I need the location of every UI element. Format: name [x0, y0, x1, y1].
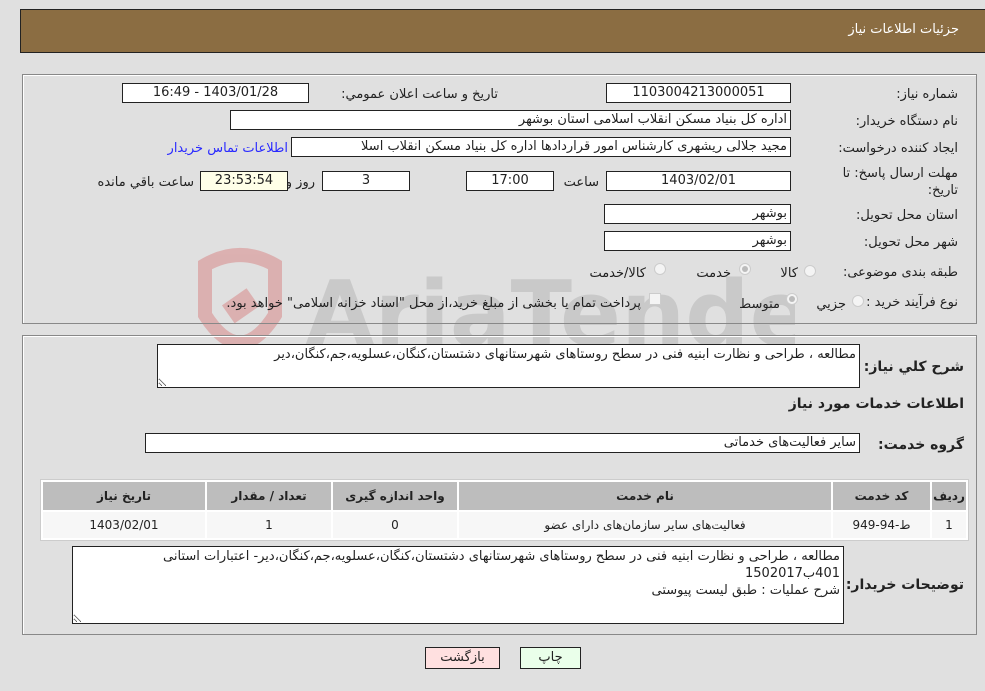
cell-service-code: ط-94-949 [833, 512, 930, 538]
service-group-field[interactable]: سایر فعالیت‌های خدماتی [145, 433, 860, 453]
province-label: استان محل تحویل: [856, 208, 958, 223]
cell-need-date: 1403/02/01 [43, 512, 205, 538]
deadline-label: مهلت ارسال پاسخ: تا تاریخ: [842, 166, 958, 198]
services-panel: شرح کلي نیاز: اطلاعات خدمات مورد نیاز گر… [22, 335, 977, 635]
treasury-note: پرداخت تمام یا بخشی از مبلغ خرید،از محل … [226, 296, 641, 311]
summary-label: شرح کلي نیاز: [863, 359, 964, 375]
announce-datetime-field[interactable]: 1403/01/28 - 16:49 [122, 83, 309, 103]
buyer-notes-textarea[interactable] [72, 546, 844, 624]
buyer-contact-link[interactable]: اطلاعات تماس خریدار [168, 141, 288, 156]
remaining-label: ساعت باقي مانده [97, 175, 194, 190]
deadline-time-label: ساعت [563, 175, 599, 190]
col-need-date: تاریخ نیاز [43, 482, 205, 510]
process-radio-minor[interactable] [852, 295, 864, 307]
province-field[interactable]: بوشهر [604, 204, 791, 224]
category-option-goods: کالا [780, 266, 798, 281]
print-button[interactable]: چاپ [520, 647, 581, 669]
col-service-name: نام خدمت [459, 482, 831, 510]
category-option-goods-service: کالا/خدمت [589, 266, 646, 281]
announce-label: تاریخ و ساعت اعلان عمومي: [341, 87, 498, 102]
table-header-row: ردیف کد خدمت نام خدمت واحد اندازه گیری ت… [43, 482, 966, 510]
days-field[interactable]: 3 [322, 171, 410, 191]
creator-field[interactable]: مجید جلالی ریشهری کارشناس امور قراردادها… [291, 137, 791, 157]
page-title: جزئیات اطلاعات نیاز [848, 22, 959, 37]
days-label: روز و [285, 175, 315, 190]
treasury-checkbox[interactable] [649, 293, 661, 305]
need-number-field[interactable]: 1103004213000051 [606, 83, 791, 103]
cell-unit: 0 [333, 512, 457, 538]
need-details-panel: شماره نیاز: 1103004213000051 تاریخ و ساع… [22, 74, 977, 324]
deadline-date-field[interactable]: 1403/02/01 [606, 171, 791, 191]
service-group-label: گروه خدمت: [878, 437, 964, 453]
buyer-notes-label: توضیحات خریدار: [845, 577, 964, 593]
col-row-number: ردیف [932, 482, 966, 510]
deadline-time-field[interactable]: 17:00 [466, 171, 554, 191]
category-radio-goods[interactable] [804, 265, 816, 277]
category-radio-goods-service[interactable] [654, 263, 666, 275]
col-unit: واحد اندازه گیری [333, 482, 457, 510]
services-table: ردیف کد خدمت نام خدمت واحد اندازه گیری ت… [40, 479, 969, 541]
remaining-time-field: 23:53:54 [200, 171, 288, 191]
city-label: شهر محل تحویل: [863, 235, 958, 250]
back-button[interactable]: بازگشت [425, 647, 500, 669]
page-header: جزئیات اطلاعات نیاز [20, 9, 985, 53]
process-option-minor: جزيي [816, 297, 846, 312]
category-label: طبقه بندی موضوعی: [842, 265, 958, 280]
col-quantity: تعداد / مقدار [207, 482, 331, 510]
city-field[interactable]: بوشهر [604, 231, 791, 251]
buyer-org-field[interactable]: اداره کل بنیاد مسکن انقلاب اسلامی استان … [230, 110, 791, 130]
category-radio-service[interactable] [739, 263, 751, 275]
buyer-org-label: نام دستگاه خریدار: [855, 114, 958, 129]
cell-row-number: 1 [932, 512, 966, 538]
col-service-code: کد خدمت [833, 482, 930, 510]
table-row: 1 ط-94-949 فعالیت‌های سایر سازمان‌های دا… [43, 512, 966, 538]
need-number-label: شماره نیاز: [896, 87, 958, 102]
services-section-title: اطلاعات خدمات مورد نیاز [788, 396, 964, 412]
cell-service-name: فعالیت‌های سایر سازمان‌های دارای عضو [459, 512, 831, 538]
process-option-medium: متوسط [739, 297, 780, 312]
summary-textarea[interactable] [157, 344, 860, 388]
category-option-service: خدمت [696, 266, 731, 281]
process-label: نوع فرآیند خرید : [866, 295, 958, 310]
cell-quantity: 1 [207, 512, 331, 538]
process-radio-medium[interactable] [786, 293, 798, 305]
creator-label: ایجاد کننده درخواست: [838, 141, 958, 156]
